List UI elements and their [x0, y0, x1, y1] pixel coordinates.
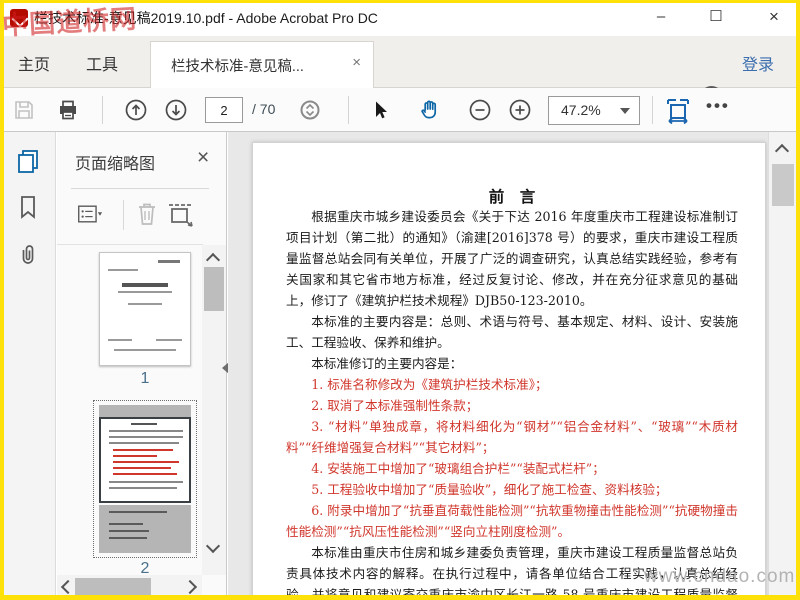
doc-paragraph: 本标准的主要内容是：总则、术语与符号、基本规定、材料、设计、安装施工、工程验收、… — [286, 314, 738, 350]
more-options-icon[interactable]: ••• — [706, 96, 730, 116]
chevron-down-icon — [620, 108, 630, 114]
thumb-deco — [122, 283, 168, 287]
thumb-deco — [108, 269, 138, 271]
zoom-level-value: 47.2% — [561, 102, 601, 118]
thumb-deco — [114, 349, 176, 351]
stamp-watermark: 中国道桥网 — [1, 4, 138, 42]
thumb-deco — [156, 339, 182, 341]
thumb-deco — [99, 405, 191, 417]
doc-paragraph: 1. 标准名称修改为《建筑护栏技术标准》； — [311, 377, 548, 392]
scroll-up-icon[interactable] — [205, 252, 221, 268]
doc-paragraph: 5. 工程验收中增加了“质量验收”，细化了施工检查、资料核验； — [311, 482, 668, 497]
tab-document[interactable]: 栏技术标准-意见稿... × — [150, 41, 374, 88]
thumb-deco — [128, 303, 162, 305]
thumb-deco — [108, 339, 132, 341]
panel-scrollbar-thumb[interactable] — [75, 578, 151, 596]
previous-page-icon[interactable] — [124, 98, 148, 122]
doc-paragraphs: 根据重庆市城乡建设委员会《关于下达 2016 年度重庆市工程建设标准制订项目计划… — [286, 206, 738, 599]
panel-toolbar — [57, 196, 227, 236]
main-toolbar: / 70 47.2% ••• — [0, 88, 800, 221]
page-spinner-icon[interactable] — [300, 100, 320, 120]
thumb-deco — [118, 291, 172, 293]
next-page-icon[interactable] — [164, 98, 188, 122]
page-thumbnails-icon[interactable] — [15, 148, 41, 174]
scroll-left-icon[interactable] — [60, 579, 76, 595]
scroll-down-icon[interactable] — [205, 538, 221, 554]
toolbar-separator — [348, 96, 349, 124]
window-maximize-button[interactable]: ☐ — [692, 0, 740, 36]
tab-home[interactable]: 主页 — [18, 51, 50, 75]
page-thumbnail-1[interactable] — [99, 252, 191, 366]
page-thumbnail-1-label: 1 — [140, 370, 150, 387]
resize-pages-icon[interactable] — [167, 201, 195, 227]
toolbar-separator — [652, 96, 653, 124]
zoom-level-dropdown[interactable]: 47.2% — [548, 96, 640, 125]
document-scrollbar-thumb[interactable] — [772, 164, 794, 206]
document-vertical-scrollbar[interactable] — [768, 132, 796, 600]
print-icon[interactable] — [56, 98, 80, 122]
doc-paragraph: 本标准修订的主要内容是： — [311, 356, 463, 371]
fit-width-icon[interactable] — [664, 96, 692, 124]
document-viewer: 前 言 根据重庆市城乡建设委员会《关于下达 2016 年度重庆市工程建设标准制订… — [228, 132, 800, 600]
thumbnail-options-icon[interactable] — [77, 201, 103, 227]
doc-paragraph: 4. 安装施工中增加了“玻璃组合护栏”“装配式栏杆”； — [311, 461, 605, 476]
document-heading: 前 言 — [488, 187, 536, 206]
site-watermark: www.cndao.com — [644, 566, 796, 587]
thumb-deco — [158, 260, 180, 263]
panel-separator — [123, 200, 124, 230]
doc-paragraph: 6. 附录中增加了“抗垂直荷载性能检测”“抗软重物撞击性能检测”“抗硬物撞击性能… — [286, 503, 738, 539]
pdf-page: 前 言 根据重庆市城乡建设委员会《关于下达 2016 年度重庆市工程建设标准制订… — [252, 142, 766, 600]
panel-scrollbar-thumb[interactable] — [204, 267, 224, 311]
thumb-deco — [99, 505, 191, 553]
page-thumbnail-2[interactable] — [93, 400, 197, 558]
tab-tools[interactable]: 工具 — [86, 51, 118, 75]
panel-divider — [57, 244, 203, 245]
panel-horizontal-scrollbar[interactable] — [57, 575, 202, 599]
panel-divider — [71, 188, 209, 189]
panel-vertical-scrollbar[interactable] — [202, 245, 226, 575]
select-tool-icon[interactable] — [368, 98, 392, 122]
tab-document-label: 栏技术标准-意见稿... — [171, 59, 304, 75]
panel-title: 页面缩略图 — [75, 156, 156, 173]
navigation-pane-strip — [0, 132, 56, 600]
tab-close-icon[interactable]: × — [352, 54, 361, 71]
zoom-in-icon[interactable] — [508, 98, 532, 122]
doc-paragraph: 3. “材料”单独成章，将材料细化为“钢材”“铝合金材料”、“玻璃”“木质材料”… — [286, 419, 738, 455]
scroll-right-icon[interactable] — [182, 579, 198, 595]
attachments-icon[interactable] — [15, 242, 41, 268]
bookmarks-icon[interactable] — [15, 194, 41, 220]
hand-tool-icon[interactable] — [418, 98, 442, 122]
page-total-label: / 70 — [252, 101, 276, 117]
tab-bar: 主页 工具 栏技术标准-意见稿... × ? 登录 — [0, 36, 800, 109]
doc-paragraph: 根据重庆市城乡建设委员会《关于下达 2016 年度重庆市工程建设标准制订项目计划… — [286, 209, 738, 308]
toolbar-separator — [102, 96, 103, 124]
page-number-input[interactable] — [205, 97, 243, 123]
window-minimize-button[interactable]: – — [637, 0, 685, 36]
thumb-deco — [99, 417, 191, 503]
window-close-button[interactable]: × — [750, 0, 798, 36]
scroll-up-icon[interactable] — [774, 143, 790, 159]
delete-pages-icon[interactable] — [135, 200, 159, 228]
zoom-out-icon[interactable] — [468, 98, 492, 122]
sign-in-button[interactable]: 登录 — [742, 51, 774, 75]
content-area: 页面缩略图 × 1 2 前 言 根据重庆市城乡建设委员会《关于下达 2016 年… — [0, 132, 800, 600]
page-thumbnails-panel: 页面缩略图 × 1 2 — [57, 132, 227, 600]
doc-paragraph: 2. 取消了本标准强制性条款； — [311, 398, 479, 413]
save-icon[interactable] — [12, 98, 36, 122]
panel-close-icon[interactable]: × — [197, 146, 209, 170]
